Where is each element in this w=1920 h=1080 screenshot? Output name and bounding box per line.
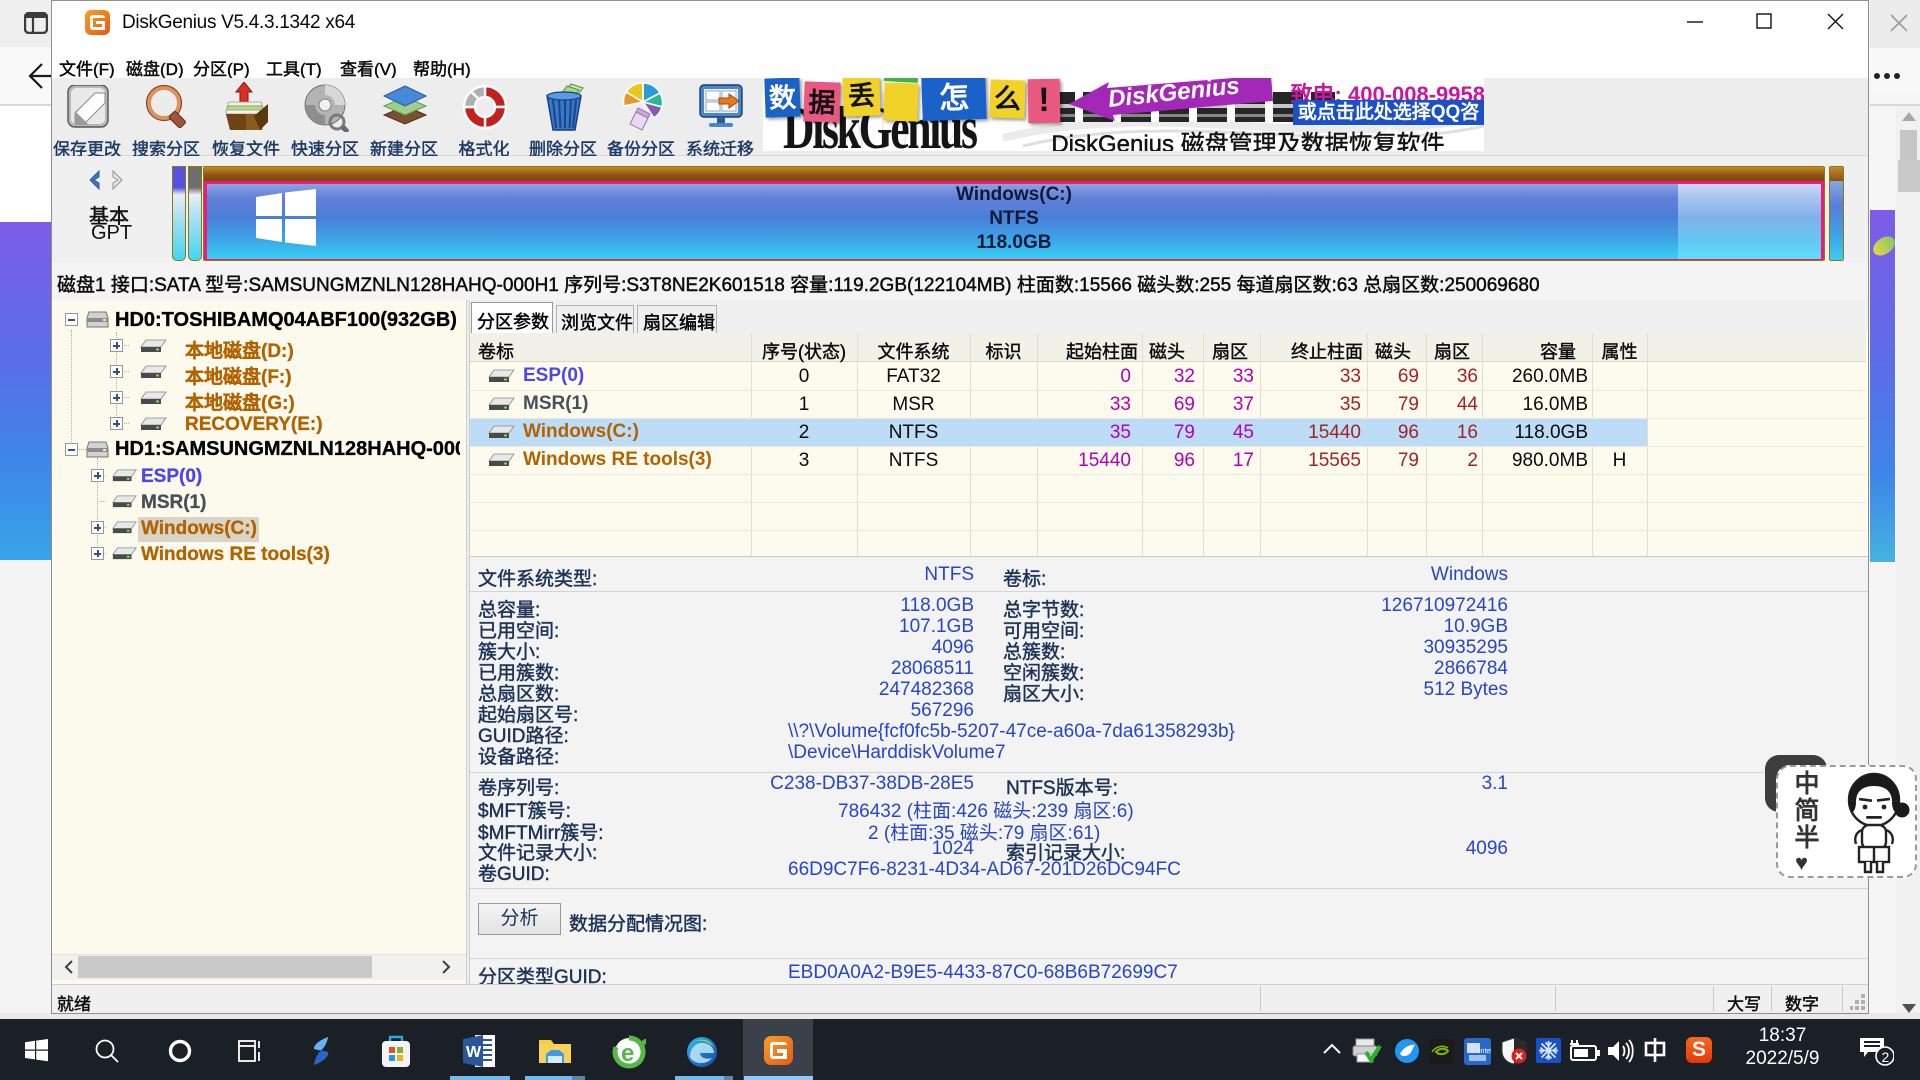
svg-text:intel: intel — [1479, 1048, 1491, 1055]
svg-text:W: W — [466, 1044, 482, 1061]
svg-text:e: e — [621, 1040, 634, 1067]
svg-text:2: 2 — [1882, 1049, 1890, 1065]
